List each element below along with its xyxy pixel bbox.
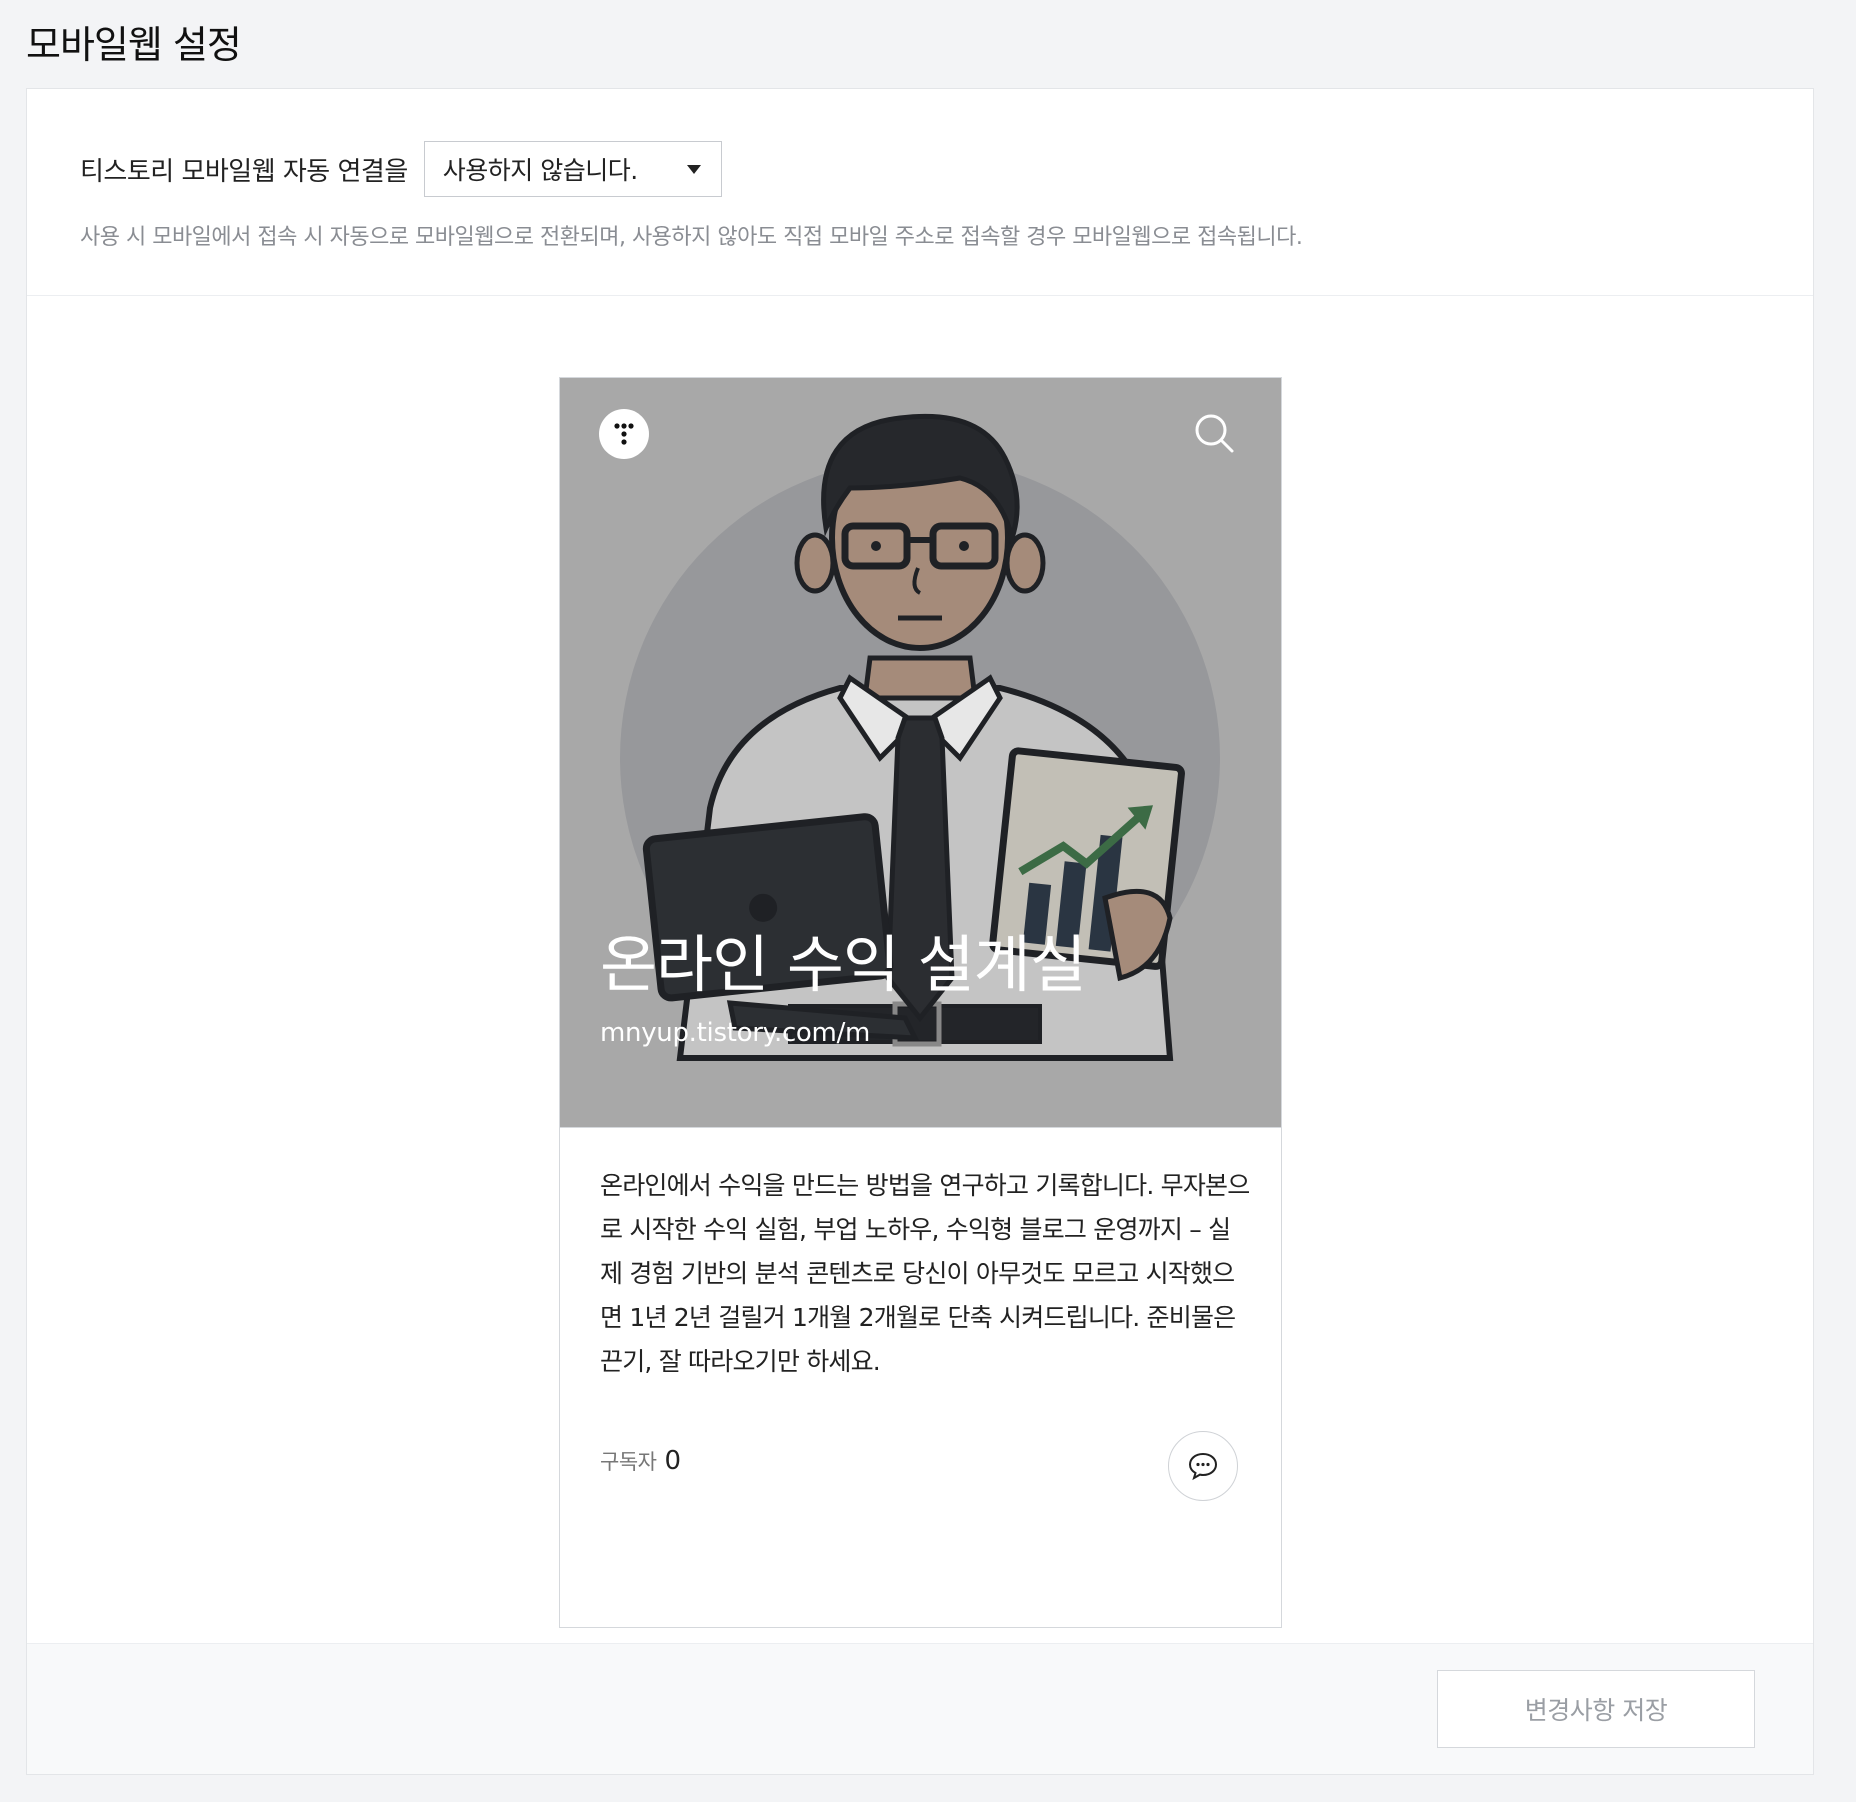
settings-panel: 티스토리 모바일웹 자동 연결을 사용하지 않습니다. 사용 시 모바일에서 접… [26,88,1814,1775]
mobile-preview-card: 온라인 수익 설계실 mnyup.tistory.com/m [559,377,1282,1128]
subscriber-info: 구독자 0 [600,1446,681,1476]
cover: 온라인 수익 설계실 mnyup.tistory.com/m [560,378,1281,1127]
subscriber-label: 구독자 [600,1450,657,1474]
divider [27,295,1813,296]
save-changes-button[interactable]: 변경사항 저장 [1437,1670,1755,1748]
select-value: 사용하지 않습니다. [442,156,638,185]
caret-down-icon [686,164,701,174]
blog-description: 온라인에서 수익을 만드는 방법을 연구하고 기록합니다. 무자본으로 시작한 … [600,1171,1250,1376]
footer-bar: 변경사항 저장 [27,1643,1813,1774]
subscriber-count: 0 [664,1446,682,1476]
cover-illustration [560,378,1281,1127]
preview-card-body: 온라인에서 수익을 만드는 방법을 연구하고 기록합니다. 무자본으로 시작한 … [559,1128,1282,1628]
chat-bubble-icon [1188,1452,1218,1481]
auto-connect-setting: 티스토리 모바일웹 자동 연결을 사용하지 않습니다. [80,141,722,197]
comment-button[interactable] [1168,1431,1238,1501]
page-title: 모바일웹 설정 [26,23,242,67]
auto-connect-label: 티스토리 모바일웹 자동 연결을 [80,156,408,187]
help-text: 사용 시 모바일에서 접속 시 자동으로 모바일웹으로 전환되며, 사용하지 않… [80,225,1303,250]
search-icon[interactable] [1192,411,1236,455]
auto-connect-select[interactable]: 사용하지 않습니다. [423,141,722,197]
blog-title: 온라인 수익 설계실 [600,928,1087,1001]
tistory-logo-icon[interactable] [599,409,649,459]
blog-url[interactable]: mnyup.tistory.com/m [600,1018,870,1048]
